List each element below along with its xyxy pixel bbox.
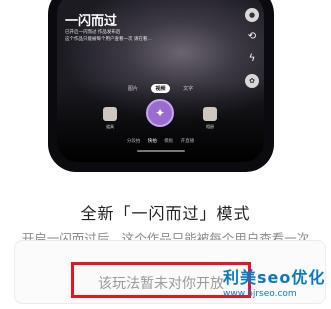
tab-quick[interactable]: 快拍: [148, 139, 157, 144]
phone-screen: 一闪而过 已开启一闪而过 作品发布后 这个作品只能被每个用户查看一次 请在看… …: [57, 0, 264, 162]
tab-segment[interactable]: 分段拍: [127, 139, 141, 144]
flash-icon[interactable]: ϟ: [245, 52, 259, 66]
tab-live[interactable]: 开直播: [181, 139, 195, 144]
watermark-text: 利美seo优化: [223, 268, 326, 287]
mode-video[interactable]: 视频: [151, 84, 170, 93]
profile-icon[interactable]: ●: [245, 8, 259, 22]
home-indicator: [137, 150, 185, 152]
effects-label: 道具: [106, 124, 114, 129]
right-toolbar: ● ⟲ ϟ ✿: [244, 8, 260, 96]
record-button[interactable]: ✦: [146, 99, 174, 127]
video-title: 一闪而过: [65, 14, 118, 29]
effects-button[interactable]: [103, 107, 117, 121]
video-description: 已开启一闪而过 作品发布后 这个作品只能被每个用户查看一次 请在看…: [65, 30, 152, 42]
flip-icon[interactable]: ⟲: [245, 30, 259, 44]
mode-selector: 图片 视频 文字: [57, 84, 264, 93]
bottom-tabs: 分段拍 快拍 模板 开直播: [57, 138, 264, 144]
watermark-logo: 利美seo优化 www.bjrseo.com: [223, 264, 331, 299]
mode-photo[interactable]: 图片: [124, 84, 142, 93]
album-button[interactable]: [203, 107, 217, 121]
tab-template[interactable]: 模板: [164, 139, 173, 144]
album-label: 相册: [206, 124, 214, 129]
watermark-url: www.bjrseo.com: [223, 289, 297, 299]
notice-text: 该玩法暂未对你开放: [98, 276, 224, 292]
mode-text[interactable]: 文字: [179, 84, 197, 93]
feature-heading: 全新「一闪而过」模式: [80, 204, 251, 223]
